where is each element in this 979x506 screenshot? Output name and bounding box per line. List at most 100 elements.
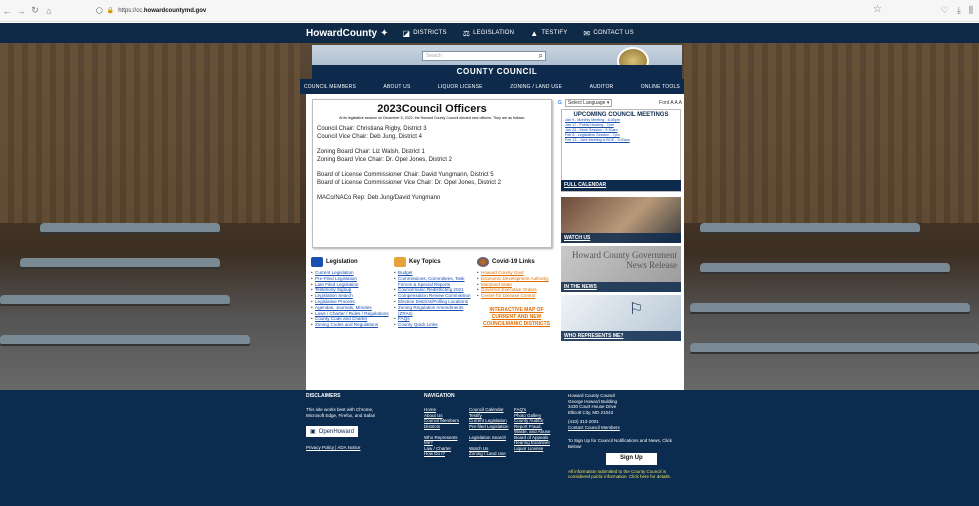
howard-county-logo[interactable]: HowardCounty ✦	[306, 28, 389, 39]
footer-nav-link[interactable]: Board of Appeals Hearing Examiner	[514, 435, 556, 446]
sign-up-button[interactable]: Sign Up	[606, 453, 657, 465]
search-icon[interactable]: ⌕	[539, 51, 543, 60]
officer-line: Board of License Commissioner Chair: Dav…	[317, 172, 494, 178]
officer-line: Zoning Board Vice Chair: Dr. Opel Jones,…	[317, 157, 452, 163]
page-background: HowardCounty ✦ ◪ DISTRICTS ⚖ LEGISLATION ▲ T…	[0, 23, 979, 506]
menu-zoning[interactable]: ZONING / LAND USE	[510, 84, 562, 90]
address-line: Ellicott City, MD 21043	[568, 409, 614, 415]
footer-nav-link[interactable]: Report Fraud, Waste, and Abuse	[514, 424, 556, 435]
covid-heading: Covid-19 Links	[477, 257, 556, 267]
mail-icon: ✉	[583, 28, 591, 38]
nav-testify[interactable]: ▲ TESTIFY	[530, 29, 567, 38]
officer-line: Zoning Board Chair: Liz Walsh, District …	[317, 149, 425, 155]
language-select[interactable]: Select Language ▾	[564, 98, 613, 107]
font-size-label: Font A A A	[659, 100, 682, 106]
topic-link[interactable]: Commissions, Committees, Task Forces & S…	[394, 276, 473, 288]
footer-nav-link[interactable]: Districts	[424, 424, 466, 435]
footer-nav-link[interactable]: Legislation Search	[469, 435, 511, 446]
search-placeholder: Search	[426, 53, 442, 59]
nav-districts[interactable]: ◪ DISTRICTS	[403, 29, 447, 38]
topic-link[interactable]: County Quick Links	[394, 322, 473, 328]
gavel-icon	[311, 257, 323, 267]
disclaimers-title: DISCLAIMERS	[306, 393, 341, 399]
footer-nav-link[interactable]: Pre-filed Legislation	[469, 424, 511, 435]
main-content: 2023Council Officers At its legislative …	[306, 94, 684, 390]
nav-label: TESTIFY	[541, 30, 568, 36]
home-icon[interactable]: ⌂	[42, 6, 56, 16]
footer-disclaimers: DISCLAIMERS This site works best with Ch…	[306, 393, 388, 450]
shield-icon: ◯	[96, 8, 103, 14]
nav-contact-us[interactable]: ✉ CONTACT US	[583, 29, 633, 38]
footer-contact: Howard County Council George Howard Buil…	[568, 393, 680, 480]
font-label: Font	[659, 99, 670, 106]
footer-nav-link[interactable]: Zoning / Land Use	[469, 451, 511, 457]
podium-icon: ▲	[530, 28, 539, 38]
in-the-news-link[interactable]: IN THE NEWS	[561, 282, 681, 292]
full-calendar-link[interactable]: FULL CALENDAR	[561, 180, 681, 191]
back-icon[interactable]: ←	[0, 6, 14, 16]
public-info-disclosure[interactable]: All information submitted to the County …	[568, 469, 680, 480]
contact-members-link[interactable]: Contact Council Members	[568, 425, 680, 431]
officer-line: MACo/NACo Rep: Deb Jung/David Yungmann	[317, 195, 441, 201]
font-size-icon[interactable]: A A A	[670, 100, 682, 106]
legislation-title: Legislation	[326, 259, 358, 265]
pocket-icon[interactable]: ♡	[941, 5, 949, 16]
legislation-column: Legislation Current Legislation Pre-File…	[309, 257, 392, 387]
menu-about-us[interactable]: ABOUT US	[383, 84, 410, 90]
footer-nav-link[interactable]: How Do I?	[424, 451, 466, 457]
navigation-title: NAVIGATION	[424, 393, 455, 399]
watch-us-link[interactable]: WATCH US	[561, 233, 681, 243]
address-bar[interactable]: ◯ 🔒 https://cc. howardcountymd.gov	[96, 7, 207, 15]
footer-navigation: NAVIGATION Home Council Calendar FAQ's A…	[424, 393, 564, 457]
covid-title: Covid-19 Links	[492, 259, 535, 265]
districts-map-link[interactable]: INTERACTIVE MAP OF CURRENT AND NEW COUNC…	[477, 307, 556, 328]
watch-us-panel[interactable]: WATCH US	[561, 197, 681, 243]
footer-nav-link[interactable]: Liquor License	[514, 446, 556, 452]
download-icon[interactable]: ⤓	[957, 5, 961, 16]
menu-liquor-license[interactable]: LIQUOR LICENSE	[438, 84, 483, 90]
browser-toolbar: ← → ↻ ⌂ ◯ 🔒 https://cc. howardcountymd.go…	[0, 0, 979, 22]
news-panel[interactable]: Howard County Government News Release IN…	[561, 246, 681, 292]
covid-link[interactable]: Centre for Disease Control	[477, 293, 556, 299]
officer-line: Council Vice Chair: Deb Jung, District 4	[317, 134, 422, 140]
nav-label: DISTRICTS	[413, 30, 447, 36]
officers-box: 2023Council Officers At its legislative …	[312, 99, 552, 248]
bookmark-star-icon[interactable]: ☆	[873, 4, 882, 15]
page-title: COUNTY COUNCIL	[312, 65, 682, 79]
news-release-art: Howard County Government News Release	[572, 250, 677, 270]
language-label: Select Language	[567, 99, 606, 106]
menu-council-members[interactable]: COUNCIL MEMBERS	[304, 84, 356, 90]
forward-icon[interactable]: →	[14, 6, 28, 16]
meeting-link[interactable]: Feb 13 - Joint Meeting w BOE - 9:30am	[565, 138, 677, 143]
virus-icon	[477, 257, 489, 267]
key-topics-column: Key Topics Budget Commissions, Committee…	[392, 257, 475, 387]
library-icon[interactable]: ⫼	[969, 5, 973, 16]
topic-link[interactable]: Zoning Regulation Amendments (ZRAs)	[394, 305, 473, 317]
legislation-link[interactable]: Zoning Codes and Regulations	[311, 322, 390, 328]
legislation-heading: Legislation	[311, 257, 390, 267]
officers-title: 2023Council Officers	[377, 103, 487, 115]
who-represents-panel[interactable]: ⚐ WHO REPRESENTS ME?	[561, 295, 681, 341]
url-domain: howardcountymd.gov	[143, 7, 207, 14]
search-input[interactable]: Search ⌕	[422, 51, 546, 61]
privacy-link[interactable]: Privacy Policy | ADA Notice	[306, 445, 360, 450]
footer-nav-link[interactable]: Who Represents Me?	[424, 435, 466, 446]
reload-icon[interactable]: ↻	[28, 5, 42, 16]
who-represents-me-link[interactable]: WHO REPRESENTS ME?	[561, 331, 681, 341]
nav-legislation[interactable]: ⚖ LEGISLATION	[463, 29, 514, 38]
map-icon: ◪	[402, 28, 411, 38]
signpost-icon: ⚐	[628, 301, 644, 318]
gavel-icon: ⚖	[462, 28, 471, 38]
menu-online-tools[interactable]: ONLINE TOOLS	[641, 84, 680, 90]
openhoward-icon: ▣	[310, 429, 316, 435]
key-topics-heading: Key Topics	[394, 257, 473, 267]
menu-auditor[interactable]: AUDITOR	[590, 84, 614, 90]
site-header: Search ⌕ COUNTY COUNCIL	[312, 45, 682, 79]
site-footer: DISCLAIMERS This site works best with Ch…	[0, 390, 979, 506]
language-bar: G Select Language ▾ Font A A A	[558, 98, 682, 107]
nav-label: LEGISLATION	[473, 30, 515, 36]
lock-icon: 🔒	[106, 8, 115, 14]
openhoward-button[interactable]: ▣ OpenHoward	[306, 426, 359, 437]
top-navigation-bar: HowardCounty ✦ ◪ DISTRICTS ⚖ LEGISLATION ▲ T…	[0, 23, 979, 43]
covid-column: Covid-19 Links Howard County Govt Econom…	[475, 257, 558, 387]
